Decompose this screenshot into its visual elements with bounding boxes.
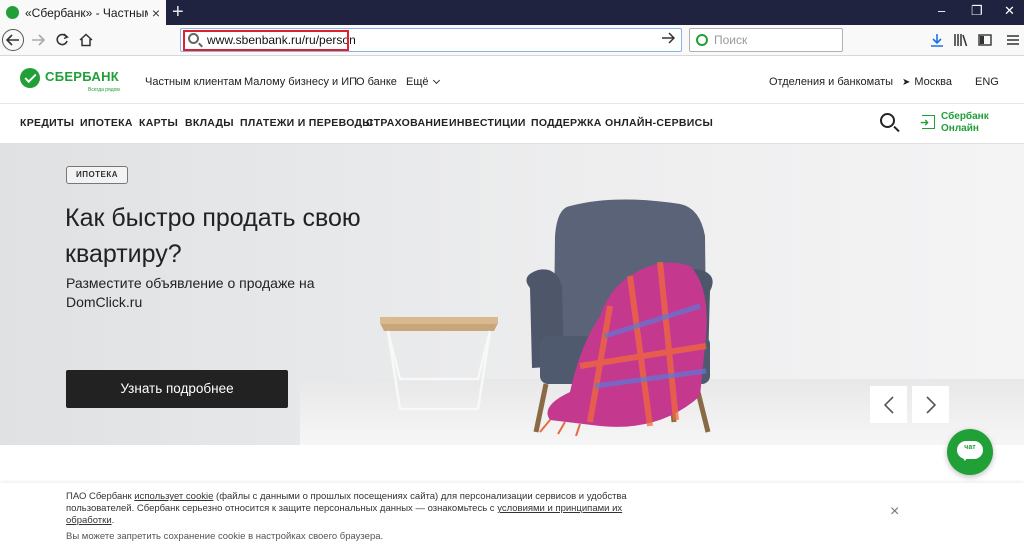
hero-banner: ИПОТЕКА Как быстро продать свою квартиру… — [0, 144, 1024, 445]
mainnav-investments[interactable]: ИНВЕСТИЦИИ — [449, 117, 526, 129]
search-engine-icon — [696, 34, 708, 46]
browser-tab-strip: «Сбербанк» - Частным клиен × + – ❐ ✕ — [0, 0, 1024, 25]
browser-toolbar: www.sbenbank.ru/ru/person Поиск — [0, 25, 1024, 56]
main-navigation: КРЕДИТЫ ИПОТЕКА КАРТЫ ВКЛАДЫ ПЛАТЕЖИ И П… — [0, 104, 1024, 144]
city-label: Москва — [914, 76, 952, 88]
login-arrow-icon: ➜ — [920, 117, 930, 129]
chevron-left-icon — [883, 395, 894, 414]
window-close-icon[interactable]: ✕ — [1004, 3, 1015, 19]
nav-more-label: Ещё — [406, 76, 429, 88]
mainnav-cards[interactable]: КАРТЫ — [139, 117, 178, 129]
chevron-right-icon — [925, 395, 936, 414]
chat-label: чат — [964, 444, 976, 451]
cookie-banner: ПАО Сбербанк использует cookie (файлы с … — [0, 483, 1024, 547]
mainnav-payments[interactable]: ПЛАТЕЖИ И ПЕРЕВОДЫ — [240, 117, 373, 129]
reload-button[interactable] — [54, 29, 70, 51]
home-button[interactable] — [78, 29, 94, 51]
nav-private-clients[interactable]: Частным клиентам — [145, 76, 242, 88]
side-table-image — [380, 317, 498, 411]
maximize-icon[interactable]: ❐ — [971, 3, 983, 19]
browser-tab-sberbank[interactable]: «Сбербанк» - Частным клиен × — [0, 0, 166, 25]
chevron-down-icon — [432, 76, 440, 85]
site-search-icon[interactable] — [880, 113, 895, 128]
logo-wordmark: СБЕРБАНК — [45, 69, 120, 84]
menu-button[interactable] — [1005, 29, 1021, 51]
sidebar-button[interactable] — [977, 29, 993, 51]
library-icon — [954, 34, 968, 47]
chat-button[interactable]: чат — [947, 429, 993, 475]
hamburger-menu-icon — [1007, 35, 1019, 45]
carousel-prev-button[interactable] — [870, 386, 907, 423]
download-icon — [931, 34, 943, 47]
back-arrow-icon — [6, 34, 19, 46]
nav-more[interactable]: Ещё — [406, 76, 440, 88]
library-button[interactable] — [953, 29, 969, 51]
cookie-close-icon[interactable]: × — [890, 503, 899, 521]
tab-title: «Сбербанк» - Частным клиен — [25, 5, 148, 20]
forward-button[interactable] — [30, 29, 46, 51]
mainnav-insurance[interactable]: СТРАХОВАНИЕ — [366, 117, 448, 129]
offices-atms-link[interactable]: Отделения и банкоматы — [769, 76, 893, 88]
hero-title: Как быстро продать свою квартиру? — [65, 204, 361, 268]
back-button[interactable] — [2, 29, 24, 51]
armchair-image — [526, 199, 713, 436]
address-bar[interactable]: www.sbenbank.ru/ru/person — [180, 28, 682, 52]
site-header: СБЕРБАНК Всегда рядом Частным клиентам М… — [0, 56, 1024, 104]
sidebar-icon — [978, 34, 992, 46]
sberbank-online-login[interactable]: ➜ Сбербанк Онлайн — [920, 111, 1012, 137]
forward-arrow-icon — [32, 34, 45, 46]
cookie-text-part3: . — [111, 515, 115, 526]
sberbank-logo-icon — [20, 68, 40, 88]
cookie-text: ПАО Сбербанк использует cookie (файлы с … — [66, 491, 646, 527]
browser-search-input[interactable]: Поиск — [689, 28, 843, 52]
logo-tagline: Всегда рядом — [88, 87, 120, 93]
mainnav-deposits[interactable]: ВКЛАДЫ — [185, 117, 234, 129]
tab-close-icon[interactable]: × — [152, 5, 160, 21]
search-placeholder: Поиск — [714, 33, 748, 47]
mainnav-credits[interactable]: КРЕДИТЫ — [20, 117, 74, 129]
nav-small-business[interactable]: Малому бизнесу и ИП — [244, 76, 357, 88]
mainnav-mortgage[interactable]: ИПОТЕКА — [80, 117, 133, 129]
nav-about-bank[interactable]: О банке — [356, 76, 397, 88]
city-selector[interactable]: ➤ Москва — [902, 76, 952, 88]
go-arrow-icon[interactable] — [661, 31, 676, 48]
cookie-note: Вы можете запретить сохранение cookie в … — [66, 531, 384, 542]
mainnav-support[interactable]: ПОДДЕРЖКА — [531, 117, 602, 129]
downloads-button[interactable] — [929, 29, 945, 51]
carousel-next-button[interactable] — [912, 386, 949, 423]
location-arrow-icon: ➤ — [902, 77, 911, 88]
minimize-icon[interactable]: – — [938, 3, 945, 18]
hero-subtitle: Разместите объявление о продаже на DomCl… — [66, 275, 315, 310]
learn-more-button[interactable]: Узнать подробнее — [66, 370, 288, 408]
language-switch[interactable]: ENG — [975, 76, 999, 88]
cookie-usage-link[interactable]: использует cookie — [134, 491, 213, 502]
new-tab-button[interactable]: + — [172, 1, 184, 23]
login-line1: Сбербанк — [941, 111, 989, 122]
sberbank-logo[interactable]: СБЕРБАНК Всегда рядом — [20, 66, 125, 94]
cookie-text-part1: ПАО Сбербанк — [66, 491, 135, 502]
mainnav-online-services[interactable]: ОНЛАЙН-СЕРВИСЫ — [605, 117, 713, 129]
sberbank-favicon-icon — [6, 6, 19, 19]
login-line2: Онлайн — [941, 123, 979, 134]
home-icon — [79, 33, 93, 47]
hero-category-badge: ИПОТЕКА — [66, 166, 128, 184]
reload-icon — [56, 33, 69, 46]
url-highlight-box — [183, 30, 349, 51]
